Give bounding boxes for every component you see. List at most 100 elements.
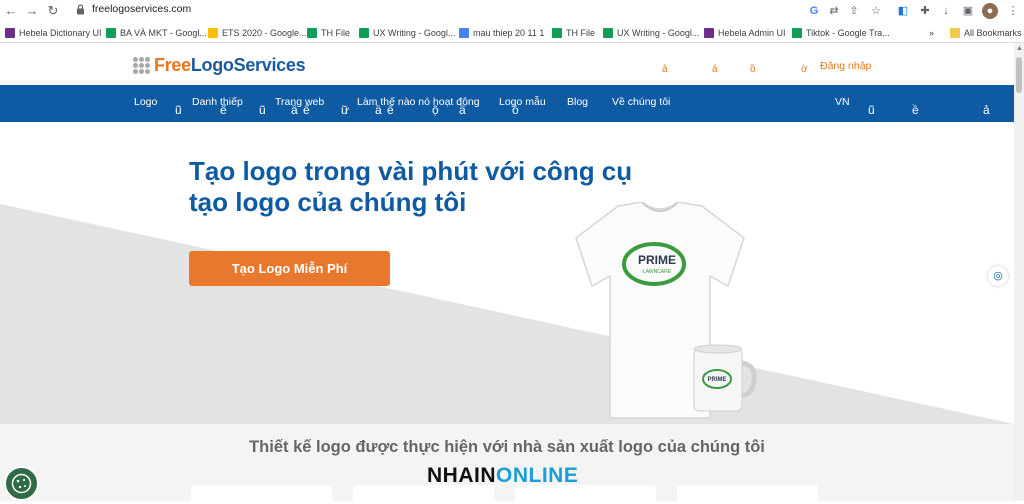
nav-logo-samples[interactable]: Logo mẫu	[499, 96, 546, 108]
logo-free: Free	[154, 55, 191, 75]
bookmark-item[interactable]: Hebela Dictionary UI	[5, 26, 102, 40]
drive-icon	[208, 28, 218, 38]
nav-website[interactable]: Trang web	[275, 96, 324, 108]
bookmark-favicon-icon	[704, 28, 714, 38]
logo-rest: LogoServices	[190, 55, 306, 75]
photos-icon	[459, 28, 469, 38]
bookmark-label: mau thiep 20 11 1	[473, 28, 545, 38]
all-bookmarks-label: All Bookmarks	[964, 28, 1022, 38]
bookmark-item[interactable]: TH File	[307, 26, 350, 40]
design-card[interactable]	[677, 485, 818, 501]
bookmark-item[interactable]: UX Writing - Googl...	[359, 26, 455, 40]
nav-glyph: ầ	[459, 103, 466, 117]
watermark-part: ONLINE	[496, 464, 579, 487]
sheets-icon	[359, 28, 369, 38]
bookmark-label: UX Writing - Googl...	[617, 28, 700, 38]
bookmark-label: Hebela Admin UI	[718, 28, 786, 38]
folder-icon	[950, 28, 960, 38]
all-bookmarks[interactable]: All Bookmarks	[950, 26, 1022, 40]
nav-language[interactable]: VN	[835, 96, 850, 108]
nav-blog[interactable]: Blog	[567, 96, 588, 108]
forward-icon[interactable]: →	[24, 3, 40, 19]
extensions-icon[interactable]: ✚	[917, 3, 933, 19]
header-glyph: ồ	[750, 64, 756, 75]
download-icon[interactable]: ↓	[938, 3, 954, 19]
split-icon[interactable]: ▣	[960, 3, 976, 19]
header-glyph: ả	[712, 64, 718, 75]
main-nav: Logo Danh thiếp Trang web Làm thế nào nó…	[0, 85, 1014, 122]
nav-glyph: ồ	[512, 103, 519, 117]
sheets-icon	[603, 28, 613, 38]
menu-icon[interactable]: ⋮	[1005, 3, 1021, 19]
bookmark-item[interactable]: Hebela Admin UI	[704, 26, 786, 40]
nav-logo[interactable]: Logo	[134, 96, 157, 108]
nav-glyph: ầ	[375, 103, 382, 117]
sheets-icon	[106, 28, 116, 38]
bookmarks-overflow[interactable]: »	[929, 26, 934, 40]
cookie-settings-icon[interactable]	[4, 466, 39, 501]
bookmark-label: ETS 2020 - Google...	[222, 28, 307, 38]
bookmark-label: TH File	[321, 28, 350, 38]
login-link[interactable]: Đăng nhập	[820, 60, 871, 72]
reload-icon[interactable]: ↻	[45, 3, 61, 19]
bookmark-label: Tiktok - Google Tra...	[806, 28, 890, 38]
bookmark-favicon-icon	[5, 28, 15, 38]
url-text[interactable]: freelogoservices.com	[92, 3, 191, 15]
logo-dots-icon[interactable]	[133, 57, 150, 74]
bookmark-item[interactable]: Tiktok - Google Tra...	[792, 26, 890, 40]
bookmark-label: BA VÀ MKT - Googl...	[120, 28, 207, 38]
nav-glyph: ũ	[175, 103, 182, 117]
nav-glyph: ế	[387, 103, 394, 117]
hero-section: Tạo logo trong vài phút với công cụ tạo …	[0, 122, 1014, 424]
profile-icon[interactable]: ●	[982, 3, 998, 19]
scrollbar[interactable]: ▲	[1014, 43, 1024, 501]
mug-image: PRIME	[693, 344, 757, 412]
bookmark-label: TH File	[566, 28, 595, 38]
bookmark-item[interactable]: TH File	[552, 26, 595, 40]
mug-logo-text: PRIME	[707, 377, 726, 383]
share-icon[interactable]: ⇧	[846, 3, 862, 19]
watermark: NHAINONLINE	[427, 464, 578, 488]
nav-glyph: ữ	[341, 103, 350, 117]
design-card[interactable]	[191, 485, 332, 501]
back-icon[interactable]: ←	[3, 3, 19, 19]
section-title: Thiết kế logo được thực hiện với nhà sản…	[249, 438, 765, 456]
nav-glyph: ũ	[259, 103, 266, 117]
nav-glyph: ũ	[868, 103, 875, 117]
translate-app-icon[interactable]: ◧	[895, 3, 911, 19]
nav-about[interactable]: Về chúng tôi	[612, 96, 670, 108]
address-bar[interactable]	[68, 1, 908, 20]
designs-section: Thiết kế logo được thực hiện với nhà sản…	[0, 424, 1014, 501]
bookmark-label: UX Writing - Googl...	[373, 28, 456, 38]
star-icon[interactable]: ☆	[868, 3, 884, 19]
create-logo-button[interactable]: Tạo Logo Miễn Phí	[189, 251, 390, 286]
bookmark-item[interactable]: UX Writing - Googl...	[603, 26, 699, 40]
shirt-logo-subtext: LAWNCARE	[643, 269, 672, 275]
chat-widget-icon[interactable]: ◎	[988, 266, 1008, 286]
nav-glyph: ề	[912, 103, 919, 117]
nav-glyph: ả	[983, 103, 990, 117]
site-logo[interactable]: FreeLogoServices	[154, 55, 306, 76]
sheets-icon	[792, 28, 802, 38]
google-icon[interactable]: G	[806, 3, 822, 19]
shirt-logo-text: PRIME	[638, 253, 676, 267]
browser-toolbar: ← → ↻ freelogoservices.com G ⇄ ⇧ ☆ ◧ ✚ ↓…	[0, 0, 1024, 22]
nav-glyph: ế	[303, 103, 310, 117]
scroll-thumb[interactable]	[1016, 57, 1022, 93]
bookmark-item[interactable]: ETS 2020 - Google...	[208, 26, 307, 40]
bookmark-item[interactable]: mau thiep 20 11 1	[459, 26, 544, 40]
bookmark-item[interactable]: BA VÀ MKT - Googl...	[106, 26, 207, 40]
watermark-part: NHAIN	[427, 464, 496, 487]
bookmark-label: Hebela Dictionary UI	[19, 28, 102, 38]
sheets-icon	[307, 28, 317, 38]
bookmarks-bar: Hebela Dictionary UI BA VÀ MKT - Googl..…	[0, 22, 1024, 43]
lock-icon[interactable]	[76, 4, 85, 15]
translate-icon[interactable]: ⇄	[826, 3, 842, 19]
nav-glyph: ầ	[291, 103, 298, 117]
scroll-up-icon[interactable]: ▲	[1016, 45, 1023, 52]
header-glyph: ả	[662, 64, 668, 75]
header-glyph: ờ	[801, 64, 808, 75]
sheets-icon	[552, 28, 562, 38]
nav-glyph: ộ	[432, 103, 439, 117]
nav-business-card[interactable]: Danh thiếp	[192, 96, 243, 108]
